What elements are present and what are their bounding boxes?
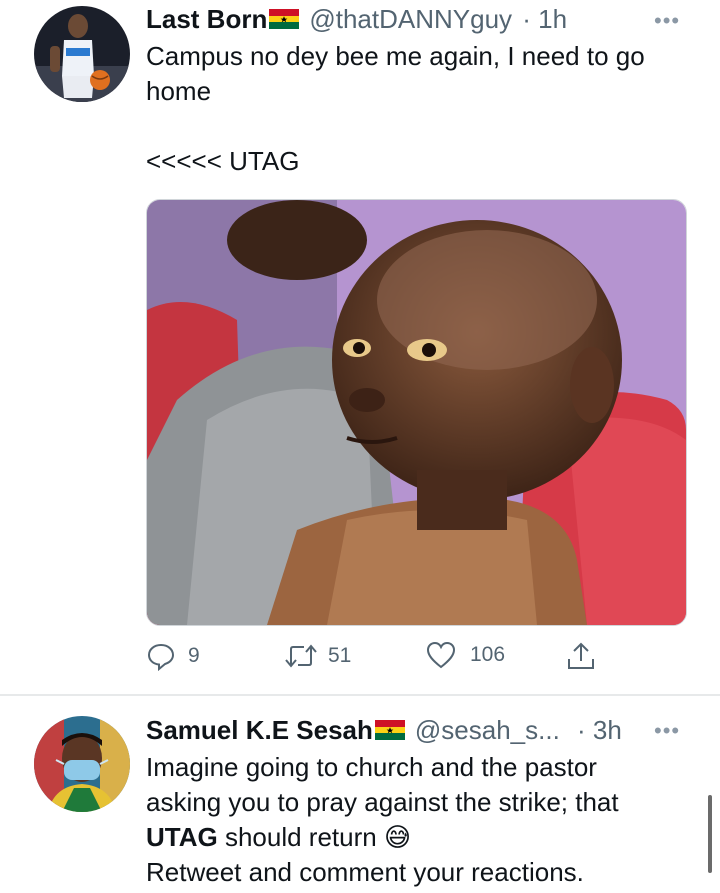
share-button[interactable] (566, 641, 596, 671)
heart-icon (426, 641, 456, 669)
username-handle[interactable]: @thatDANNYguy (309, 4, 512, 34)
reply-count: 9 (188, 644, 200, 667)
man-with-face-mask-avatar-image (34, 716, 130, 812)
scrollbar[interactable] (708, 795, 712, 873)
tweet-1[interactable]: Last Born @thatDANNYguy · 1h ••• Campus … (0, 0, 720, 694)
tweet-text: Imagine going to church and the pastor a… (146, 750, 691, 890)
tweet-text-line: Campus no dey bee me again, I need to go (146, 41, 645, 71)
more-options-icon[interactable]: ••• (654, 8, 680, 34)
timestamp[interactable]: · 3h (577, 715, 622, 745)
tweet-text-line: UTAG should return 😅 (146, 820, 691, 855)
retweet-count: 51 (328, 644, 352, 667)
tweet-media-image[interactable] (146, 199, 687, 626)
meme-photo-boy-looking-sideways (147, 200, 686, 625)
bold-mention: UTAG (146, 822, 218, 852)
retweet-button[interactable]: 51 (284, 641, 351, 671)
reply-icon (147, 643, 175, 671)
timestamp[interactable]: · 1h (522, 4, 567, 34)
display-name[interactable]: Samuel K.E Sesah (146, 715, 373, 745)
grinning-sweat-emoji: 😅 (383, 822, 412, 852)
reply-button[interactable]: 9 (146, 641, 200, 671)
tweet-text-line: asking you to pray against the strike; t… (146, 787, 619, 817)
tweet-text-fragment: should return (217, 822, 384, 852)
tweet-text-line: Retweet and comment your reactions. (146, 857, 584, 887)
tweet-actions: 9 51 106 (146, 641, 606, 675)
basketball-player-avatar-image (34, 6, 130, 102)
ghana-flag-icon (374, 720, 405, 740)
tweet-text-line: <<<<< UTAG (146, 146, 300, 176)
like-count: 106 (470, 643, 506, 666)
ghana-flag-icon (269, 9, 300, 29)
avatar[interactable] (34, 716, 130, 812)
more-options-icon[interactable]: ••• (654, 718, 680, 744)
tweet-text: Campus no dey bee me again, I need to go… (146, 39, 691, 179)
retweet-icon (285, 644, 317, 668)
display-name[interactable]: Last Born (146, 4, 267, 34)
share-icon (568, 642, 594, 669)
tweet-header: Last Born @thatDANNYguy · 1h (146, 3, 567, 35)
username-handle[interactable]: @sesah_s... (415, 715, 560, 745)
avatar[interactable] (34, 6, 130, 102)
tweet-2[interactable]: Samuel K.E Sesah @sesah_s... · 3h ••• Im… (0, 696, 720, 893)
like-button[interactable]: 106 (426, 641, 505, 669)
tweet-text-line: home (146, 76, 212, 106)
tweet-text-line: Imagine going to church and the pastor (146, 752, 597, 782)
tweet-header: Samuel K.E Sesah @sesah_s... · 3h (146, 714, 622, 746)
